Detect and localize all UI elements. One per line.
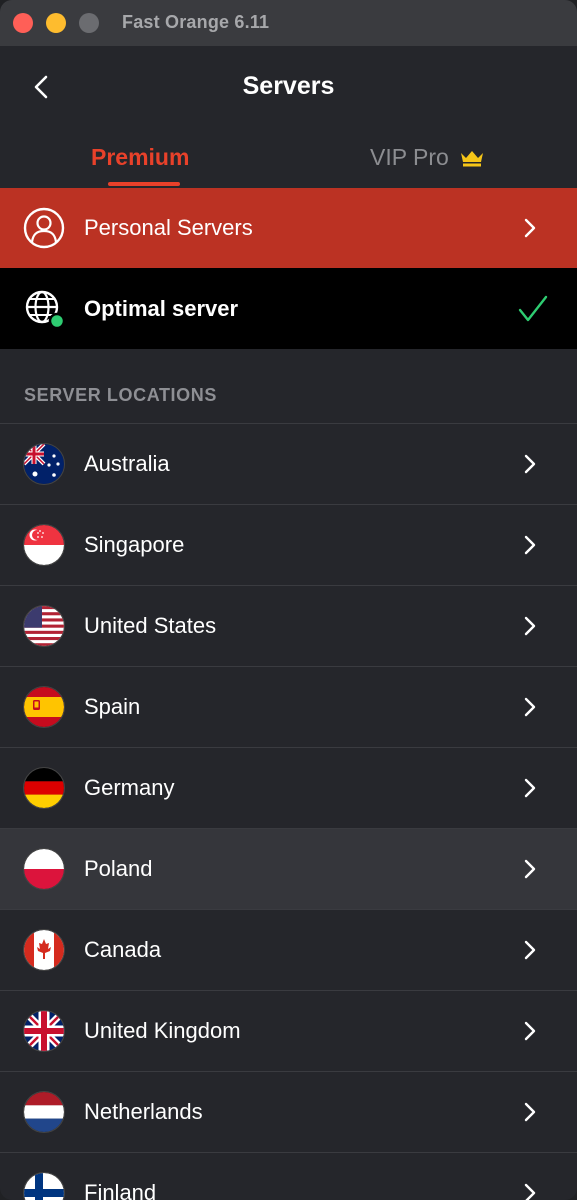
chevron-right-icon: [519, 858, 541, 880]
united-kingdom-flag-icon: [23, 1010, 65, 1052]
location-label: United States: [84, 613, 217, 638]
server-locations-heading-text: SERVER LOCATIONS: [24, 385, 217, 405]
location-row-netherlands[interactable]: Netherlands: [0, 1071, 577, 1152]
finland-flag-icon: [23, 1172, 65, 1200]
location-label: Canada: [84, 937, 162, 962]
globe-icon: [23, 288, 66, 330]
chevron-right-icon: [519, 939, 541, 961]
chevron-right-icon: [519, 534, 541, 556]
location-row-poland[interactable]: Poland: [0, 828, 577, 909]
tab-premium[interactable]: Premium: [91, 144, 189, 171]
server-location-list: Australia Singapore United States Spain …: [0, 423, 577, 1200]
australia-flag-icon: [23, 443, 65, 485]
checkmark-icon: [517, 295, 549, 321]
window-title: Fast Orange 6.11: [122, 12, 270, 32]
close-window-button[interactable]: [13, 13, 33, 33]
chevron-right-icon: [519, 777, 541, 799]
location-row-germany[interactable]: Germany: [0, 747, 577, 828]
title-bar: Fast Orange 6.11: [0, 0, 577, 46]
united-states-flag-icon: [23, 605, 65, 647]
page-title: Servers: [242, 72, 335, 100]
singapore-flag-icon: [23, 524, 65, 566]
zoom-window-button[interactable]: [79, 13, 99, 33]
optimal-server-label: Optimal server: [84, 295, 239, 321]
location-label: Singapore: [84, 532, 185, 557]
tab-vip-pro[interactable]: VIP Pro: [370, 144, 485, 171]
personal-servers-label: Personal Servers: [84, 215, 253, 240]
active-tab-indicator: [108, 182, 180, 186]
app-window: Fast Orange 6.11 Servers Premium VIP Pro: [0, 0, 577, 1200]
location-label: Germany: [84, 775, 175, 800]
location-label: Australia: [84, 451, 170, 476]
location-row-united-kingdom[interactable]: United Kingdom: [0, 990, 577, 1071]
location-label: United Kingdom: [84, 1018, 241, 1043]
person-icon: [23, 207, 65, 249]
location-row-finland[interactable]: Finland: [0, 1152, 577, 1200]
location-row-spain[interactable]: Spain: [0, 666, 577, 747]
chevron-right-icon: [519, 217, 541, 239]
location-label: Spain: [84, 694, 141, 719]
server-locations-heading: SERVER LOCATIONS: [0, 349, 577, 423]
chevron-right-icon: [519, 615, 541, 637]
window-controls: [0, 13, 99, 33]
germany-flag-icon: [23, 767, 65, 809]
poland-flag-icon: [23, 848, 65, 890]
location-row-singapore[interactable]: Singapore: [0, 504, 577, 585]
personal-servers-row[interactable]: Personal Servers: [0, 188, 577, 268]
optimal-server-row[interactable]: Optimal server: [0, 268, 577, 349]
page-header: Servers: [0, 46, 577, 130]
location-label: Netherlands: [84, 1099, 203, 1124]
tab-premium-label: Premium: [91, 144, 190, 170]
location-row-canada[interactable]: Canada: [0, 909, 577, 990]
location-row-united-states[interactable]: United States: [0, 585, 577, 666]
chevron-right-icon: [519, 1182, 541, 1200]
tab-bar: Premium VIP Pro: [0, 130, 577, 188]
canada-flag-icon: [23, 929, 65, 971]
spain-flag-icon: [23, 686, 65, 728]
chevron-right-icon: [519, 696, 541, 718]
chevron-right-icon: [519, 1020, 541, 1042]
netherlands-flag-icon: [23, 1091, 65, 1133]
crown-icon: [460, 150, 483, 166]
location-label: Poland: [84, 856, 153, 881]
chevron-right-icon: [519, 1101, 541, 1123]
tab-vip-pro-label: VIP Pro: [370, 144, 449, 170]
minimize-window-button[interactable]: [46, 13, 66, 33]
chevron-right-icon: [519, 453, 541, 475]
location-row-australia[interactable]: Australia: [0, 423, 577, 504]
location-label: Finland: [84, 1180, 157, 1200]
